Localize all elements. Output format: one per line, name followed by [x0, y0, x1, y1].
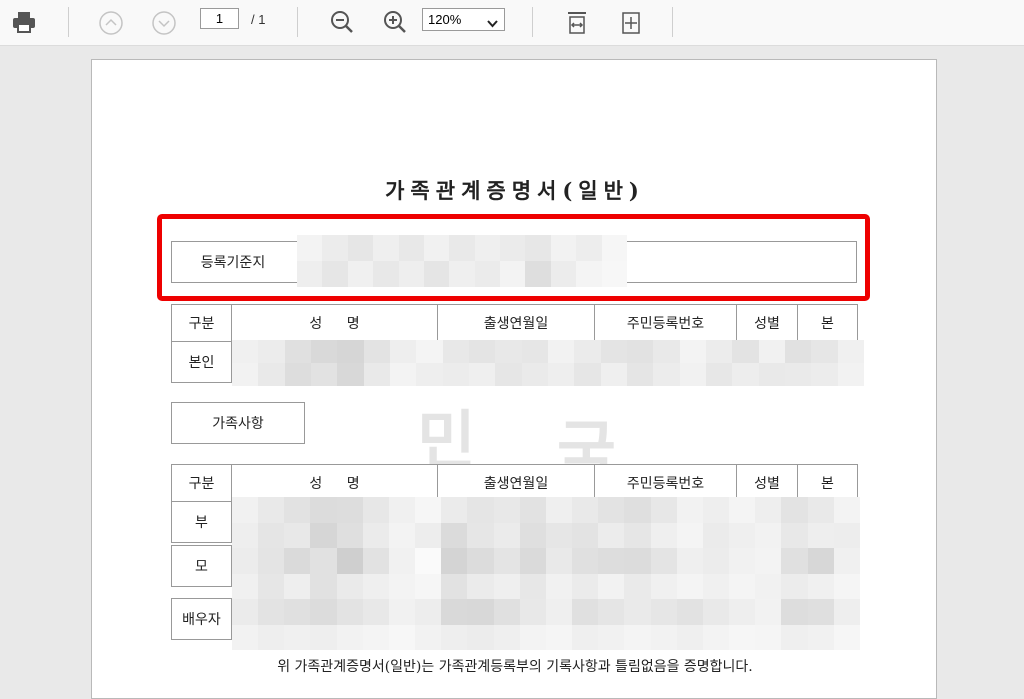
toolbar-divider [68, 7, 69, 37]
table-header: 성별 [736, 304, 798, 342]
page-up-icon[interactable] [97, 9, 125, 37]
self-row-label: 본인 [171, 341, 232, 383]
highlight-box [157, 214, 870, 301]
fit-page-icon[interactable] [617, 9, 645, 37]
printer-icon[interactable] [10, 9, 38, 35]
toolbar-divider [672, 7, 673, 37]
zoom-out-icon[interactable] [328, 8, 356, 36]
table-header: 성 명 [231, 304, 438, 342]
table-header: 출생연월일 [437, 304, 595, 342]
document-page: 민 국 가족관계증명서(일반) 등록기준지 구분 성 명 출생연월일 주민등록번… [91, 59, 937, 699]
family-row-label: 부 [171, 501, 232, 543]
pdf-toolbar: 1 / 1 120% [0, 0, 1024, 46]
family-row-label: 배우자 [171, 598, 232, 640]
document-title: 가족관계증명서(일반) [385, 178, 645, 203]
toolbar-divider [297, 7, 298, 37]
fit-width-icon[interactable] [563, 9, 591, 37]
family-row-label: 모 [171, 545, 232, 587]
zoom-in-icon[interactable] [381, 8, 409, 36]
redacted-family-info [232, 497, 860, 650]
chevron-down-icon [487, 16, 498, 31]
table-header: 주민등록번호 [594, 304, 737, 342]
table-header: 구분 [171, 464, 232, 502]
zoom-value: 120% [428, 12, 462, 27]
table-header: 구분 [171, 304, 232, 342]
page-total: / 1 [251, 12, 266, 27]
family-section-label: 가족사항 [171, 402, 305, 444]
certification-statement: 위 가족관계증명서(일반)는 가족관계등록부의 기록사항과 틀림없음을 증명합니… [277, 659, 753, 675]
page-number-input[interactable]: 1 [200, 8, 239, 29]
zoom-select[interactable]: 120% [422, 8, 505, 31]
toolbar-divider [532, 7, 533, 37]
page-down-icon[interactable] [150, 9, 178, 37]
table-header: 본 [797, 304, 858, 342]
redacted-self-info [232, 340, 864, 386]
